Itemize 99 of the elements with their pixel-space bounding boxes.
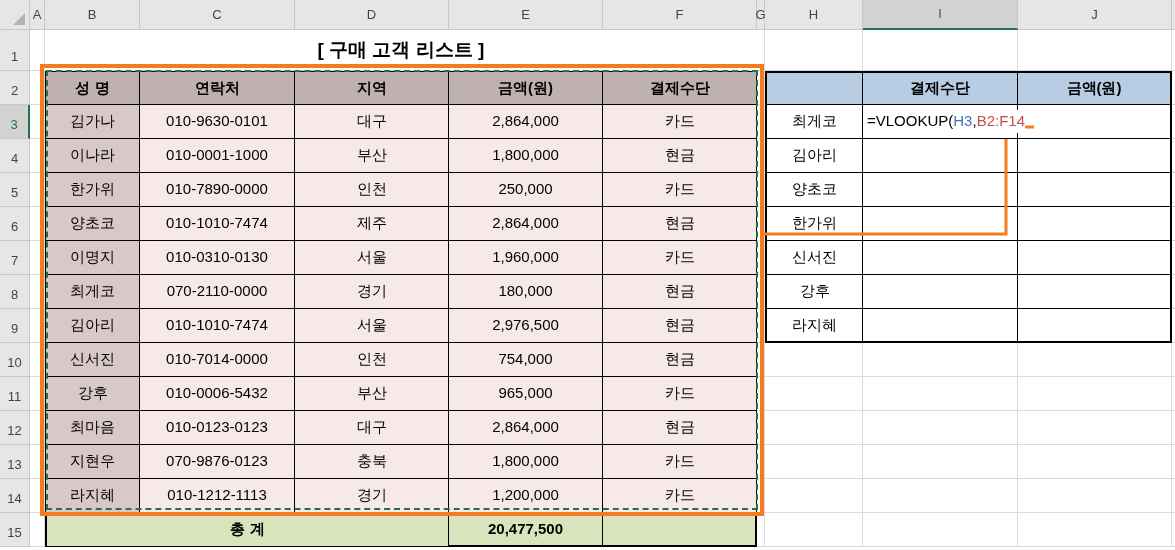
row-header[interactable]: 12 [0,411,30,445]
table-cell: 2,976,500 [449,309,603,343]
select-all-corner[interactable] [0,0,30,30]
table-cell: 1,800,000 [449,139,603,173]
table-cell: 현금 [603,139,757,173]
row-header[interactable]: 15 [0,513,30,547]
table-cell: 1,200,000 [449,479,603,513]
table-cell: 인천 [295,173,449,207]
table-cell: 010-1010-7474 [140,309,295,343]
table-cell: 010-1212-1113 [140,479,295,513]
table-cell: 현금 [603,309,757,343]
table-cell: 카드 [603,241,757,275]
table-cell: 대구 [295,411,449,445]
column-header[interactable]: B [45,0,140,30]
column-header[interactable]: F [603,0,757,30]
table-cell: 최마음 [45,411,140,445]
column-header[interactable]: I [863,0,1018,30]
table-cell: 최게코 [45,275,140,309]
column-header[interactable]: H [765,0,863,30]
table-cell: 서울 [295,309,449,343]
table-cell: 경기 [295,479,449,513]
table-cell: 010-0001-1000 [140,139,295,173]
table-cell: 카드 [603,377,757,411]
table-cell: 김가나 [45,105,140,139]
table-cell: 양초코 [45,207,140,241]
table-cell: 라지혜 [45,479,140,513]
row-header[interactable]: 6 [0,207,30,241]
table-cell: 신서진 [765,241,863,275]
table-cell: 대구 [295,105,449,139]
table-cell: 1,800,000 [449,445,603,479]
column-heading: 결제수단 [863,71,1018,105]
table-cell: 카드 [603,105,757,139]
table-cell: 010-7014-0000 [140,343,295,377]
table-cell: 최게코 [765,105,863,139]
table-cell: 제주 [295,207,449,241]
row-header[interactable]: 11 [0,377,30,411]
row-header[interactable]: 3 [0,105,30,139]
row-header[interactable]: 8 [0,275,30,309]
table-cell: 754,000 [449,343,603,377]
column-header[interactable]: E [449,0,603,30]
table-cell: 010-0310-0130 [140,241,295,275]
column-header[interactable]: A [30,0,45,30]
table-cell: 이나라 [45,139,140,173]
corner-triangle-icon [13,13,25,25]
column-heading: 성 명 [45,71,140,105]
row-header[interactable]: 9 [0,309,30,343]
table-cell: 현금 [603,411,757,445]
row-header[interactable]: 10 [0,343,30,377]
column-heading: 연락처 [140,71,295,105]
table-cell: 010-0006-5432 [140,377,295,411]
row-header[interactable]: 7 [0,241,30,275]
row-header[interactable]: 14 [0,479,30,513]
table-cell: 부산 [295,139,449,173]
column-heading: 지역 [295,71,449,105]
table-cell: 라지혜 [765,309,863,343]
table-cell: 김아리 [45,309,140,343]
table-cell: 현금 [603,207,757,241]
table-cell: 충북 [295,445,449,479]
table-cell: 서울 [295,241,449,275]
table-cell: 강후 [45,377,140,411]
table-cell: 070-2110-0000 [140,275,295,309]
table-cell: 965,000 [449,377,603,411]
table-cell: 카드 [603,173,757,207]
table-cell: 250,000 [449,173,603,207]
table-cell: 지현우 [45,445,140,479]
column-heading: 결제수단 [603,71,757,105]
table-cell: 이명지 [45,241,140,275]
column-heading: 금액(원) [449,71,603,105]
row-header[interactable]: 2 [0,71,30,105]
row-header[interactable]: 4 [0,139,30,173]
table-cell: 070-9876-0123 [140,445,295,479]
table-cell: 010-9630-0101 [140,105,295,139]
column-heading: 금액(원) [1018,71,1172,105]
table-cell: 신서진 [45,343,140,377]
table-cell: 010-7890-0000 [140,173,295,207]
table-cell: 2,864,000 [449,105,603,139]
row-header[interactable]: 5 [0,173,30,207]
table-cell: 1,960,000 [449,241,603,275]
column-header[interactable]: J [1018,0,1172,30]
table-cell: 2,864,000 [449,207,603,241]
table-cell: 010-0123-0123 [140,411,295,445]
table-cell: 한가위 [45,173,140,207]
table-cell: 카드 [603,479,757,513]
table-cell: 180,000 [449,275,603,309]
table-cell: 카드 [603,445,757,479]
row-header[interactable]: 13 [0,445,30,479]
table-cell: 현금 [603,343,757,377]
column-header[interactable]: D [295,0,449,30]
table-cell: 2,864,000 [449,411,603,445]
table-cell: 010-1010-7474 [140,207,295,241]
table-cell: 현금 [603,275,757,309]
row-header[interactable]: 1 [0,30,30,71]
table-cell: 인천 [295,343,449,377]
table-cell: 양초코 [765,173,863,207]
table-cell: 김아리 [765,139,863,173]
table-cell: 강후 [765,275,863,309]
table-cell: 부산 [295,377,449,411]
table-cell: 경기 [295,275,449,309]
column-header[interactable]: C [140,0,295,30]
